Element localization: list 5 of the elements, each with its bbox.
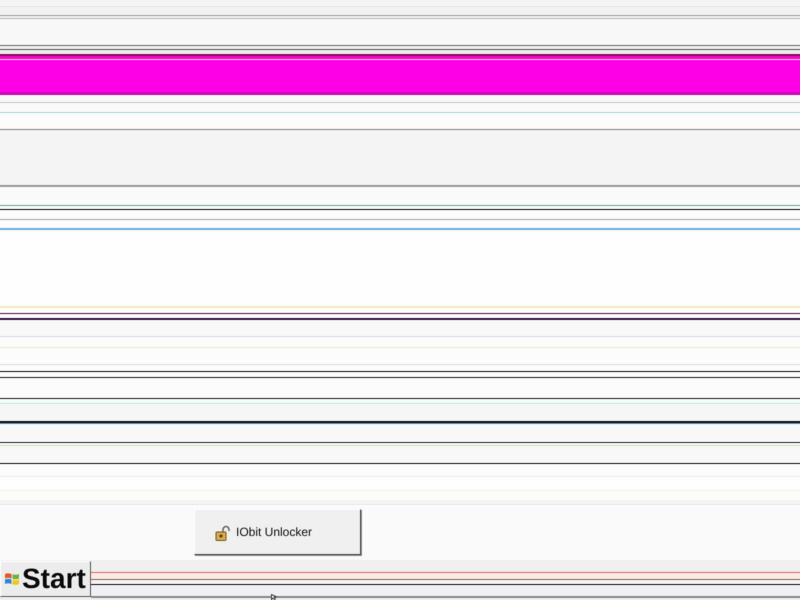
windows-flag-icon bbox=[4, 571, 20, 587]
mouse-pointer-icon bbox=[271, 594, 277, 600]
unlocker-button[interactable]: IObit Unlocker bbox=[194, 509, 361, 555]
start-button[interactable]: Start bbox=[0, 561, 91, 597]
padlock-icon bbox=[215, 525, 231, 541]
